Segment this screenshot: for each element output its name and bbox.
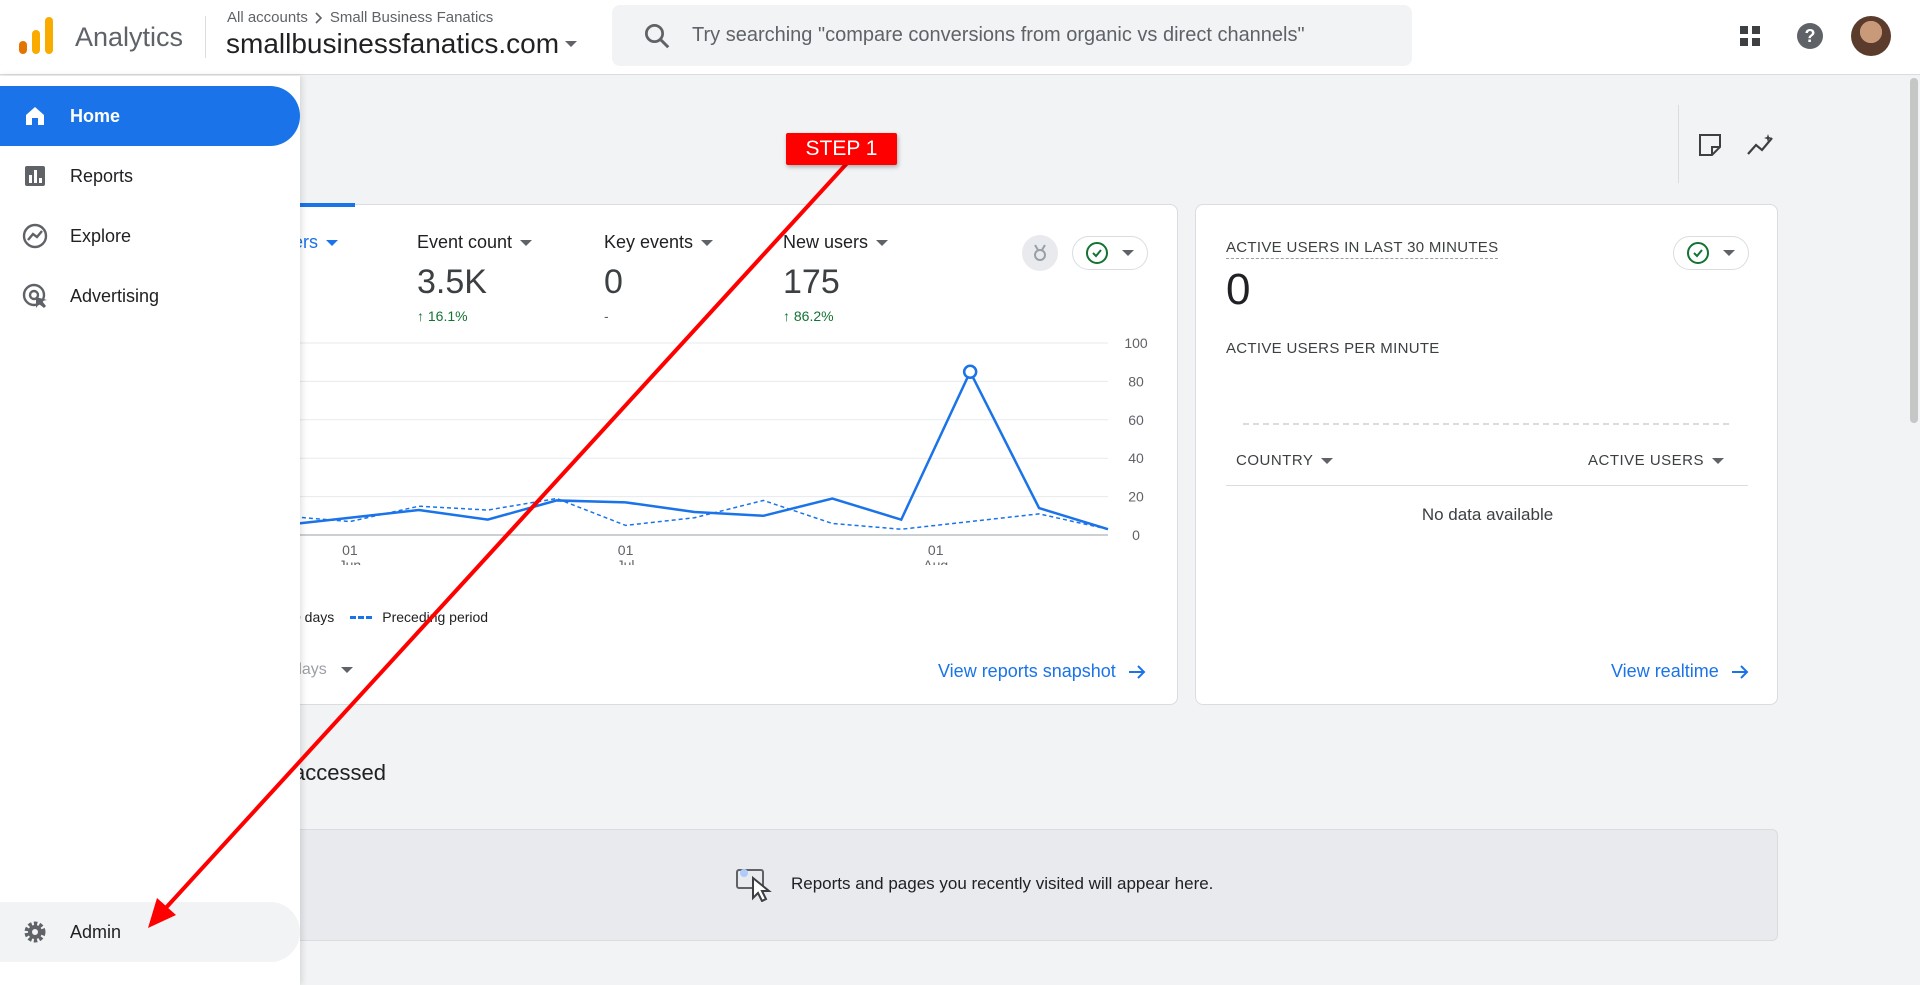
arrow-right-icon <box>1128 664 1146 679</box>
caret-down-icon <box>1321 457 1334 464</box>
insights-icon[interactable] <box>1746 132 1776 158</box>
recently-accessed-title: accessed <box>293 760 386 785</box>
y-tick-label: 60 <box>1128 412 1144 428</box>
caret-down-icon <box>565 41 578 47</box>
caret-down-icon <box>876 239 889 246</box>
metric-change: ↑ 86.2% <box>783 308 834 324</box>
metric-value: 3.5K <box>417 263 487 301</box>
legend-previous: Preceding period <box>382 609 489 625</box>
help-icon[interactable]: ? <box>1794 20 1826 52</box>
check-circle-icon <box>1687 242 1710 264</box>
scrollbar-thumb[interactable] <box>1910 78 1918 423</box>
avatar[interactable] <box>1851 16 1891 56</box>
no-data-message: No data available <box>1421 505 1554 524</box>
search-bar[interactable] <box>612 5 1412 66</box>
caret-down-icon <box>340 667 353 673</box>
page-scrollbar[interactable] <box>1908 76 1920 985</box>
chevron-right-icon <box>315 11 323 24</box>
nav-item-admin[interactable]: Admin <box>0 902 300 962</box>
nav-item-explore[interactable]: Explore <box>0 206 300 266</box>
x-tick-label: Aug <box>923 557 948 565</box>
per-minute-title: ACTIVE USERS PER MINUTE <box>1226 340 1440 357</box>
caret-down-icon <box>326 239 339 246</box>
y-tick-label: 20 <box>1128 489 1144 505</box>
recently-accessed-message: Reports and pages you recently visited w… <box>791 874 1214 893</box>
left-nav: Home Reports Explore Advertising Admin <box>0 76 300 985</box>
metric-new-users[interactable]: New users 175 ↑ 86.2% <box>783 232 889 324</box>
svg-text:?: ? <box>1805 26 1816 46</box>
overview-card: ers Event count 3.5K ↑ 16.1% Key events … <box>280 203 1178 705</box>
chart-legend: 0 days Preceding period <box>293 609 488 625</box>
bar-chart-icon <box>22 163 48 189</box>
nav-item-advertising[interactable]: Advertising <box>0 266 300 326</box>
breadcrumb[interactable]: All accounts Small Business Fanatics <box>227 9 493 26</box>
x-tick-label: Jun <box>339 557 362 565</box>
y-tick-label: 100 <box>1124 335 1148 351</box>
step-label: STEP 1 <box>786 133 897 165</box>
gear-icon <box>22 919 48 945</box>
x-tick-label: 01 <box>618 542 634 558</box>
metric-change: - <box>604 308 609 324</box>
cursor-click-icon <box>736 869 772 902</box>
apps-grid-icon[interactable] <box>1734 20 1766 52</box>
metric-key-events[interactable]: Key events 0 - <box>604 232 714 324</box>
explore-icon <box>22 223 48 249</box>
highlighted-point[interactable] <box>962 364 978 380</box>
legend-dashed-swatch <box>350 615 373 619</box>
view-realtime-link[interactable]: View realtime <box>1611 661 1749 682</box>
caret-down-icon <box>1722 250 1735 256</box>
top-bar: Analytics All accounts Small Business Fa… <box>0 0 1920 75</box>
view-reports-snapshot-link[interactable]: View reports snapshot <box>938 661 1146 682</box>
breadcrumb-account[interactable]: Small Business Fanatics <box>330 9 493 26</box>
series-line-current <box>281 368 1109 531</box>
nav-item-reports[interactable]: Reports <box>0 146 300 206</box>
home-icon <box>22 103 48 129</box>
insights-badge-icon[interactable] <box>1022 235 1058 271</box>
breadcrumb-root[interactable]: All accounts <box>227 9 308 26</box>
search-input[interactable] <box>692 24 1392 47</box>
date-range-dropdown[interactable]: days <box>293 661 353 679</box>
toolbar-divider <box>1678 105 1679 183</box>
property-selector[interactable]: smallbusinessfanatics.com <box>226 28 578 60</box>
header-divider <box>205 16 206 58</box>
search-icon <box>645 23 670 48</box>
note-icon[interactable] <box>1697 132 1723 158</box>
y-tick-label: 80 <box>1128 373 1144 389</box>
x-tick-label: 01 <box>342 542 358 558</box>
metric-value: 0 <box>604 263 623 301</box>
y-tick-label: 0 <box>1132 527 1140 543</box>
metric-change: ↑ 16.1% <box>417 308 468 324</box>
brand-name: Analytics <box>75 22 184 52</box>
users-line-chart: 02040608010001Jun01Jul01Aug <box>281 335 1148 565</box>
caret-down-icon <box>1712 457 1725 464</box>
data-quality-dropdown[interactable] <box>1072 236 1148 270</box>
x-tick-label: Jul <box>617 557 635 565</box>
realtime-title[interactable]: ACTIVE USERS IN LAST 30 MINUTES <box>1226 239 1499 259</box>
active-users-column-header[interactable]: ACTIVE USERS <box>1588 452 1725 469</box>
advertising-icon <box>22 283 48 309</box>
metric-event-count[interactable]: Event count 3.5K ↑ 16.1% <box>417 232 533 324</box>
nav-item-home[interactable]: Home <box>0 86 300 146</box>
caret-down-icon <box>701 239 714 246</box>
y-tick-label: 40 <box>1128 450 1144 466</box>
series-line-preceding <box>281 497 1109 530</box>
realtime-quality-dropdown[interactable] <box>1673 236 1749 270</box>
analytics-logo-icon[interactable] <box>19 17 53 55</box>
x-tick-label: 01 <box>928 542 944 558</box>
metric-value: 175 <box>783 263 840 301</box>
property-name: smallbusinessfanatics.com <box>226 28 560 59</box>
table-divider <box>1226 485 1748 486</box>
caret-down-icon <box>1121 250 1134 256</box>
realtime-card: ACTIVE USERS IN LAST 30 MINUTES 0 ACTIVE… <box>1195 204 1778 705</box>
check-circle-icon <box>1086 242 1109 264</box>
country-column-header[interactable]: COUNTRY <box>1236 452 1334 469</box>
per-minute-empty-bars <box>1243 423 1729 425</box>
caret-down-icon <box>520 239 533 246</box>
arrow-right-icon <box>1731 664 1749 679</box>
realtime-value: 0 <box>1226 265 1251 314</box>
